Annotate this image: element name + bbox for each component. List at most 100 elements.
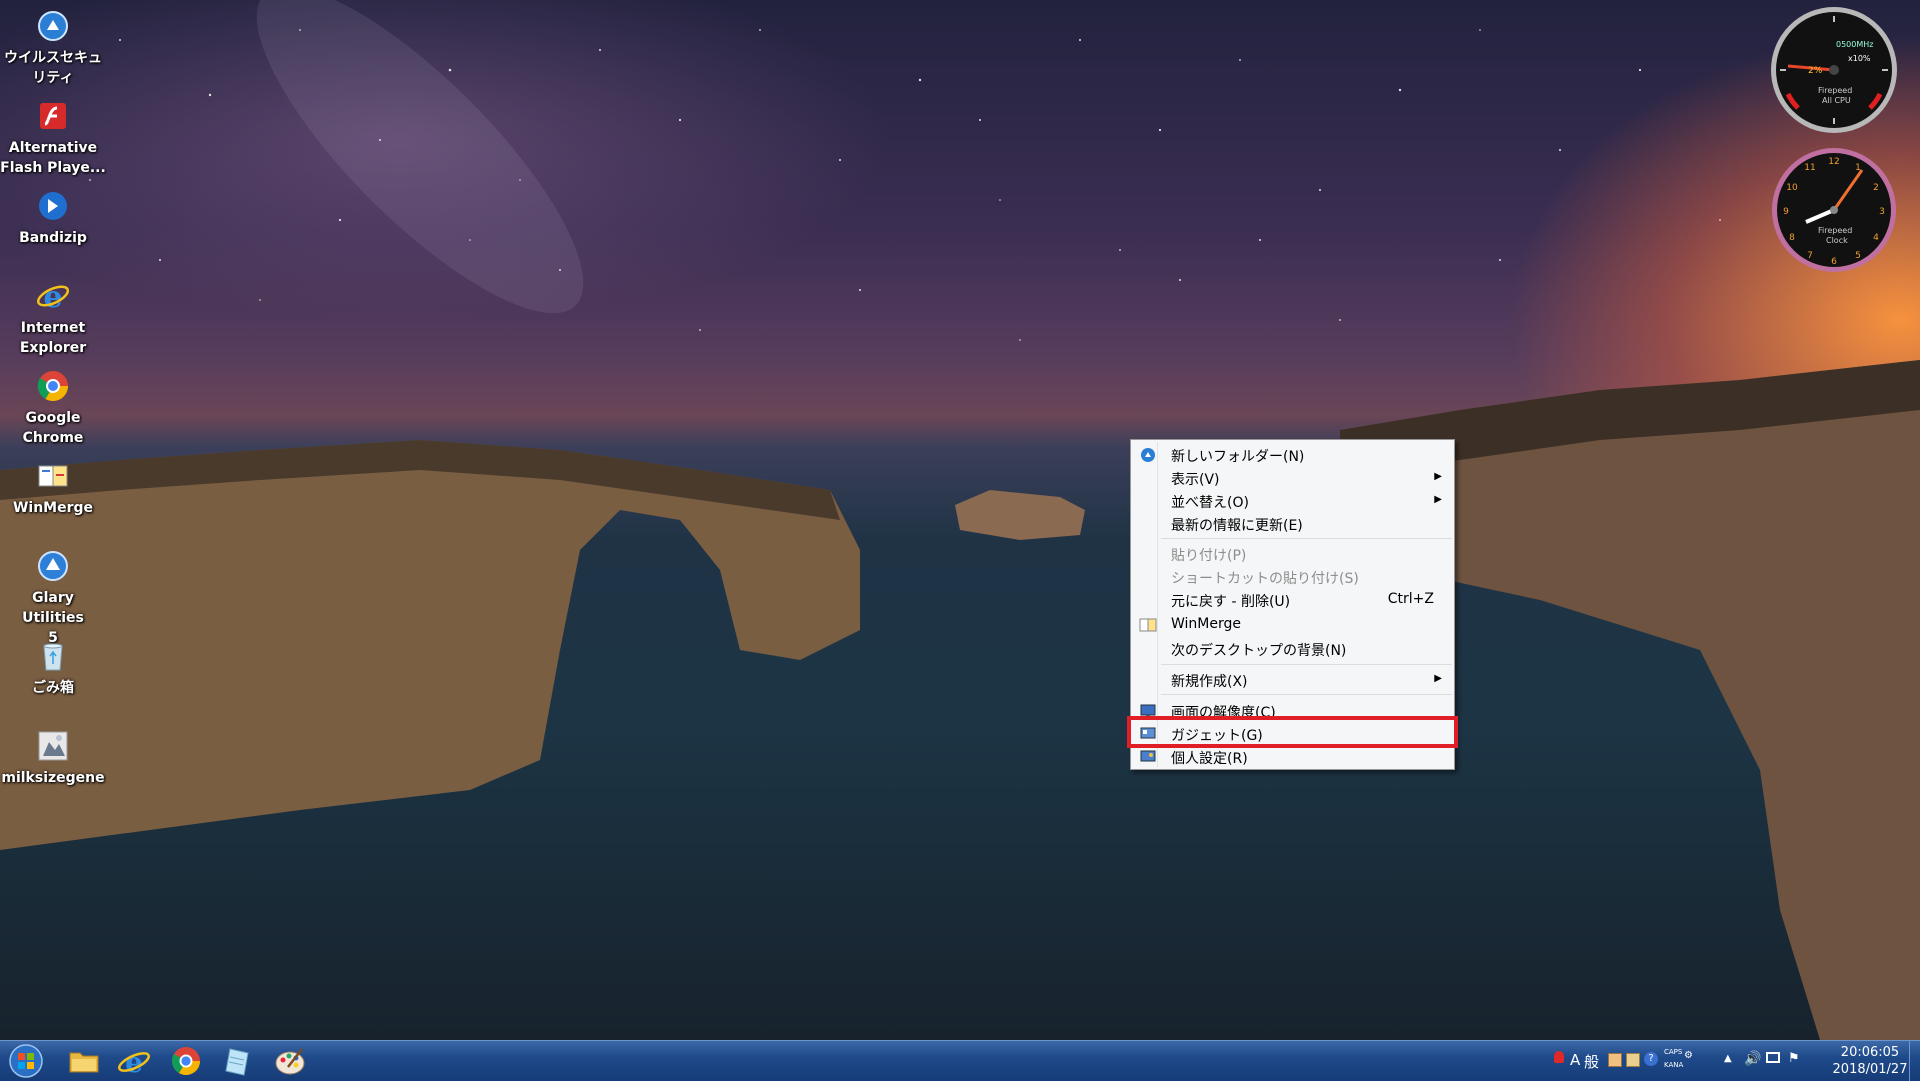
show-hidden-icons-icon[interactable]: ▲ [1724, 1053, 1732, 1064]
menu-separator [1161, 694, 1452, 695]
cpu-meter-gadget[interactable]: 0500MHz x10% 2% Firepeed All CPU [1768, 4, 1900, 136]
desktop-icon-label: Internet Explorer [19, 320, 87, 356]
menu-item-sort-by[interactable]: 並べ替え(O) ▶ [1133, 490, 1452, 512]
winmerge-icon [1139, 618, 1157, 632]
desktop-icon-label: ウイルスセキュ リティ [4, 50, 102, 86]
tray-flag-red-icon[interactable] [1554, 1051, 1564, 1063]
desktop-icon-label: Alternative Flash Playe... [0, 140, 106, 176]
ime-toolbar-icon[interactable] [1608, 1053, 1622, 1067]
desktop-icon-label: milksizegene [1, 770, 105, 786]
submenu-arrow-icon: ▶ [1434, 494, 1442, 505]
glary-utilities-icon [38, 551, 68, 581]
submenu-arrow-icon: ▶ [1434, 471, 1442, 482]
start-button[interactable] [6, 1043, 46, 1079]
volume-icon[interactable]: 🔊 [1744, 1051, 1761, 1067]
cpu-gauge [1771, 7, 1897, 133]
clock-gadget[interactable]: 12 3 6 9 1245 7 8 10 11 Firepeed Clock [1770, 146, 1898, 274]
ime-dictionary-icon[interactable] [1626, 1053, 1640, 1067]
desktop-icon-virus-security[interactable]: ウイルスセキュ リティ [0, 4, 106, 88]
svg-text:5: 5 [1855, 251, 1861, 261]
svg-text:9: 9 [1783, 207, 1789, 217]
cpu-percent-text: x10% [1848, 54, 1871, 63]
chrome-icon [37, 371, 68, 402]
desktop-wallpaper[interactable] [0, 0, 1920, 1040]
svg-text:e: e [125, 1046, 143, 1079]
desktop-icon-google-chrome[interactable]: Google Chrome [0, 364, 106, 448]
cpu-brand-text: Firepeed [1818, 86, 1853, 95]
explorer-folder-icon[interactable] [62, 1043, 106, 1079]
svg-text:12: 12 [1828, 157, 1839, 167]
svg-text:4: 4 [1873, 233, 1879, 243]
cpu-value-text: 2% [1808, 66, 1823, 76]
bandizip-icon [39, 192, 67, 220]
svg-text:10: 10 [1786, 183, 1798, 193]
ime-help-icon[interactable]: ? [1644, 1052, 1658, 1066]
ime-mode-indicator[interactable]: A [1570, 1051, 1580, 1069]
milksizegene-icon [38, 731, 68, 761]
ime-input-label[interactable]: 般 [1584, 1051, 1599, 1072]
menu-item-new[interactable]: 新規作成(X) ▶ [1133, 669, 1452, 691]
menu-shortcut: Ctrl+Z [1387, 591, 1434, 607]
personalize-icon [1140, 750, 1156, 762]
menu-separator [1161, 538, 1452, 539]
desktop-icon-bandizip[interactable]: Bandizip [0, 184, 106, 248]
paint-icon[interactable] [268, 1043, 312, 1079]
chrome-icon[interactable] [164, 1043, 208, 1079]
desktop-icon-label: WinMerge [12, 500, 94, 516]
ime-settings-icon[interactable]: ⚙ [1684, 1050, 1693, 1061]
flash-player-icon [40, 103, 66, 129]
internet-explorer-icon[interactable]: e [112, 1043, 156, 1079]
svg-text:7: 7 [1807, 251, 1813, 261]
menu-item-view[interactable]: 表示(V) ▶ [1133, 467, 1452, 489]
submenu-arrow-icon: ▶ [1434, 673, 1442, 684]
desktop-icon-winmerge[interactable]: WinMerge [0, 454, 106, 518]
desktop-icon-internet-explorer[interactable]: e Internet Explorer [0, 274, 106, 358]
notepad-icon[interactable] [216, 1043, 260, 1079]
clock-caption-text: Clock [1826, 236, 1848, 245]
menu-item-screen-resolution[interactable]: 画面の解像度(C) [1133, 700, 1452, 722]
svg-text:6: 6 [1831, 257, 1837, 267]
action-center-flag-icon[interactable]: ⚑ [1788, 1051, 1800, 1066]
menu-item-refresh[interactable]: 最新の情報に更新(E) [1133, 513, 1452, 535]
menu-separator [1161, 664, 1452, 665]
desktop-icon-label: ごみ箱 [32, 680, 74, 696]
menu-item-paste[interactable]: 貼り付け(P) [1133, 543, 1452, 565]
arch-cliff [0, 440, 860, 850]
cpu-speed-text: 0500MHz [1836, 40, 1874, 49]
desktop-context-menu: 新しいフォルダー(N) 表示(V) ▶ 並べ替え(O) ▶ 最新の情報に更新(E… [1130, 439, 1455, 770]
svg-text:11: 11 [1804, 163, 1815, 173]
svg-text:8: 8 [1789, 233, 1795, 243]
kana-indicator: KANA [1664, 1061, 1684, 1069]
svg-text:2: 2 [1873, 183, 1879, 193]
network-icon[interactable] [1766, 1052, 1780, 1063]
internet-explorer-icon: e [36, 280, 70, 314]
menu-item-new-folder[interactable]: 新しいフォルダー(N) [1133, 444, 1452, 466]
desktop-icon-alternative-flash-player[interactable]: Alternative Flash Playe... [0, 94, 106, 178]
show-desktop-button[interactable] [1909, 1041, 1920, 1081]
menu-item-paste-shortcut[interactable]: ショートカットの貼り付け(S) [1133, 566, 1452, 588]
recycle-bin-icon [43, 643, 63, 671]
desktop-icon-recycle-bin[interactable]: ごみ箱 [0, 634, 106, 698]
menu-item-winmerge[interactable]: WinMerge [1133, 614, 1452, 636]
clock-time: 20:06:05 [1840, 1045, 1900, 1060]
menu-item-undo-delete[interactable]: 元に戻す - 削除(U) Ctrl+Z [1133, 589, 1452, 611]
desktop-icon-label: Google Chrome [22, 410, 84, 446]
rock-islet [955, 490, 1085, 540]
desktop-icon-milksizegene[interactable]: milksizegene [0, 724, 106, 788]
clock-brand-text: Firepeed [1818, 226, 1853, 235]
desktop-icon-label: Bandizip [19, 230, 87, 246]
winmerge-icon [38, 465, 68, 487]
svg-text:e: e [43, 280, 62, 314]
cpu-caption-text: All CPU [1822, 96, 1851, 105]
menu-item-gadgets[interactable]: ガジェット(G) [1133, 723, 1452, 745]
svg-text:3: 3 [1879, 207, 1885, 217]
desktop-icon-glary-utilities[interactable]: Glary Utilities 5 [0, 544, 106, 648]
menu-item-personalize[interactable]: 個人設定(R) [1133, 746, 1452, 768]
system-tray: A 般 ? CAPS KANA ⚙ ▲ 🔊 ⚑ 20:06:05 2018/01… [1548, 1041, 1920, 1081]
gadgets-icon [1140, 727, 1156, 739]
shield-shortcut-icon [38, 11, 68, 41]
taskbar-clock[interactable]: 20:06:05 2018/01/27 [1830, 1044, 1910, 1078]
screen-resolution-icon [1140, 704, 1156, 718]
clock-date: 2018/01/27 [1832, 1062, 1908, 1077]
menu-item-next-desktop-background[interactable]: 次のデスクトップの背景(N) [1133, 638, 1452, 660]
